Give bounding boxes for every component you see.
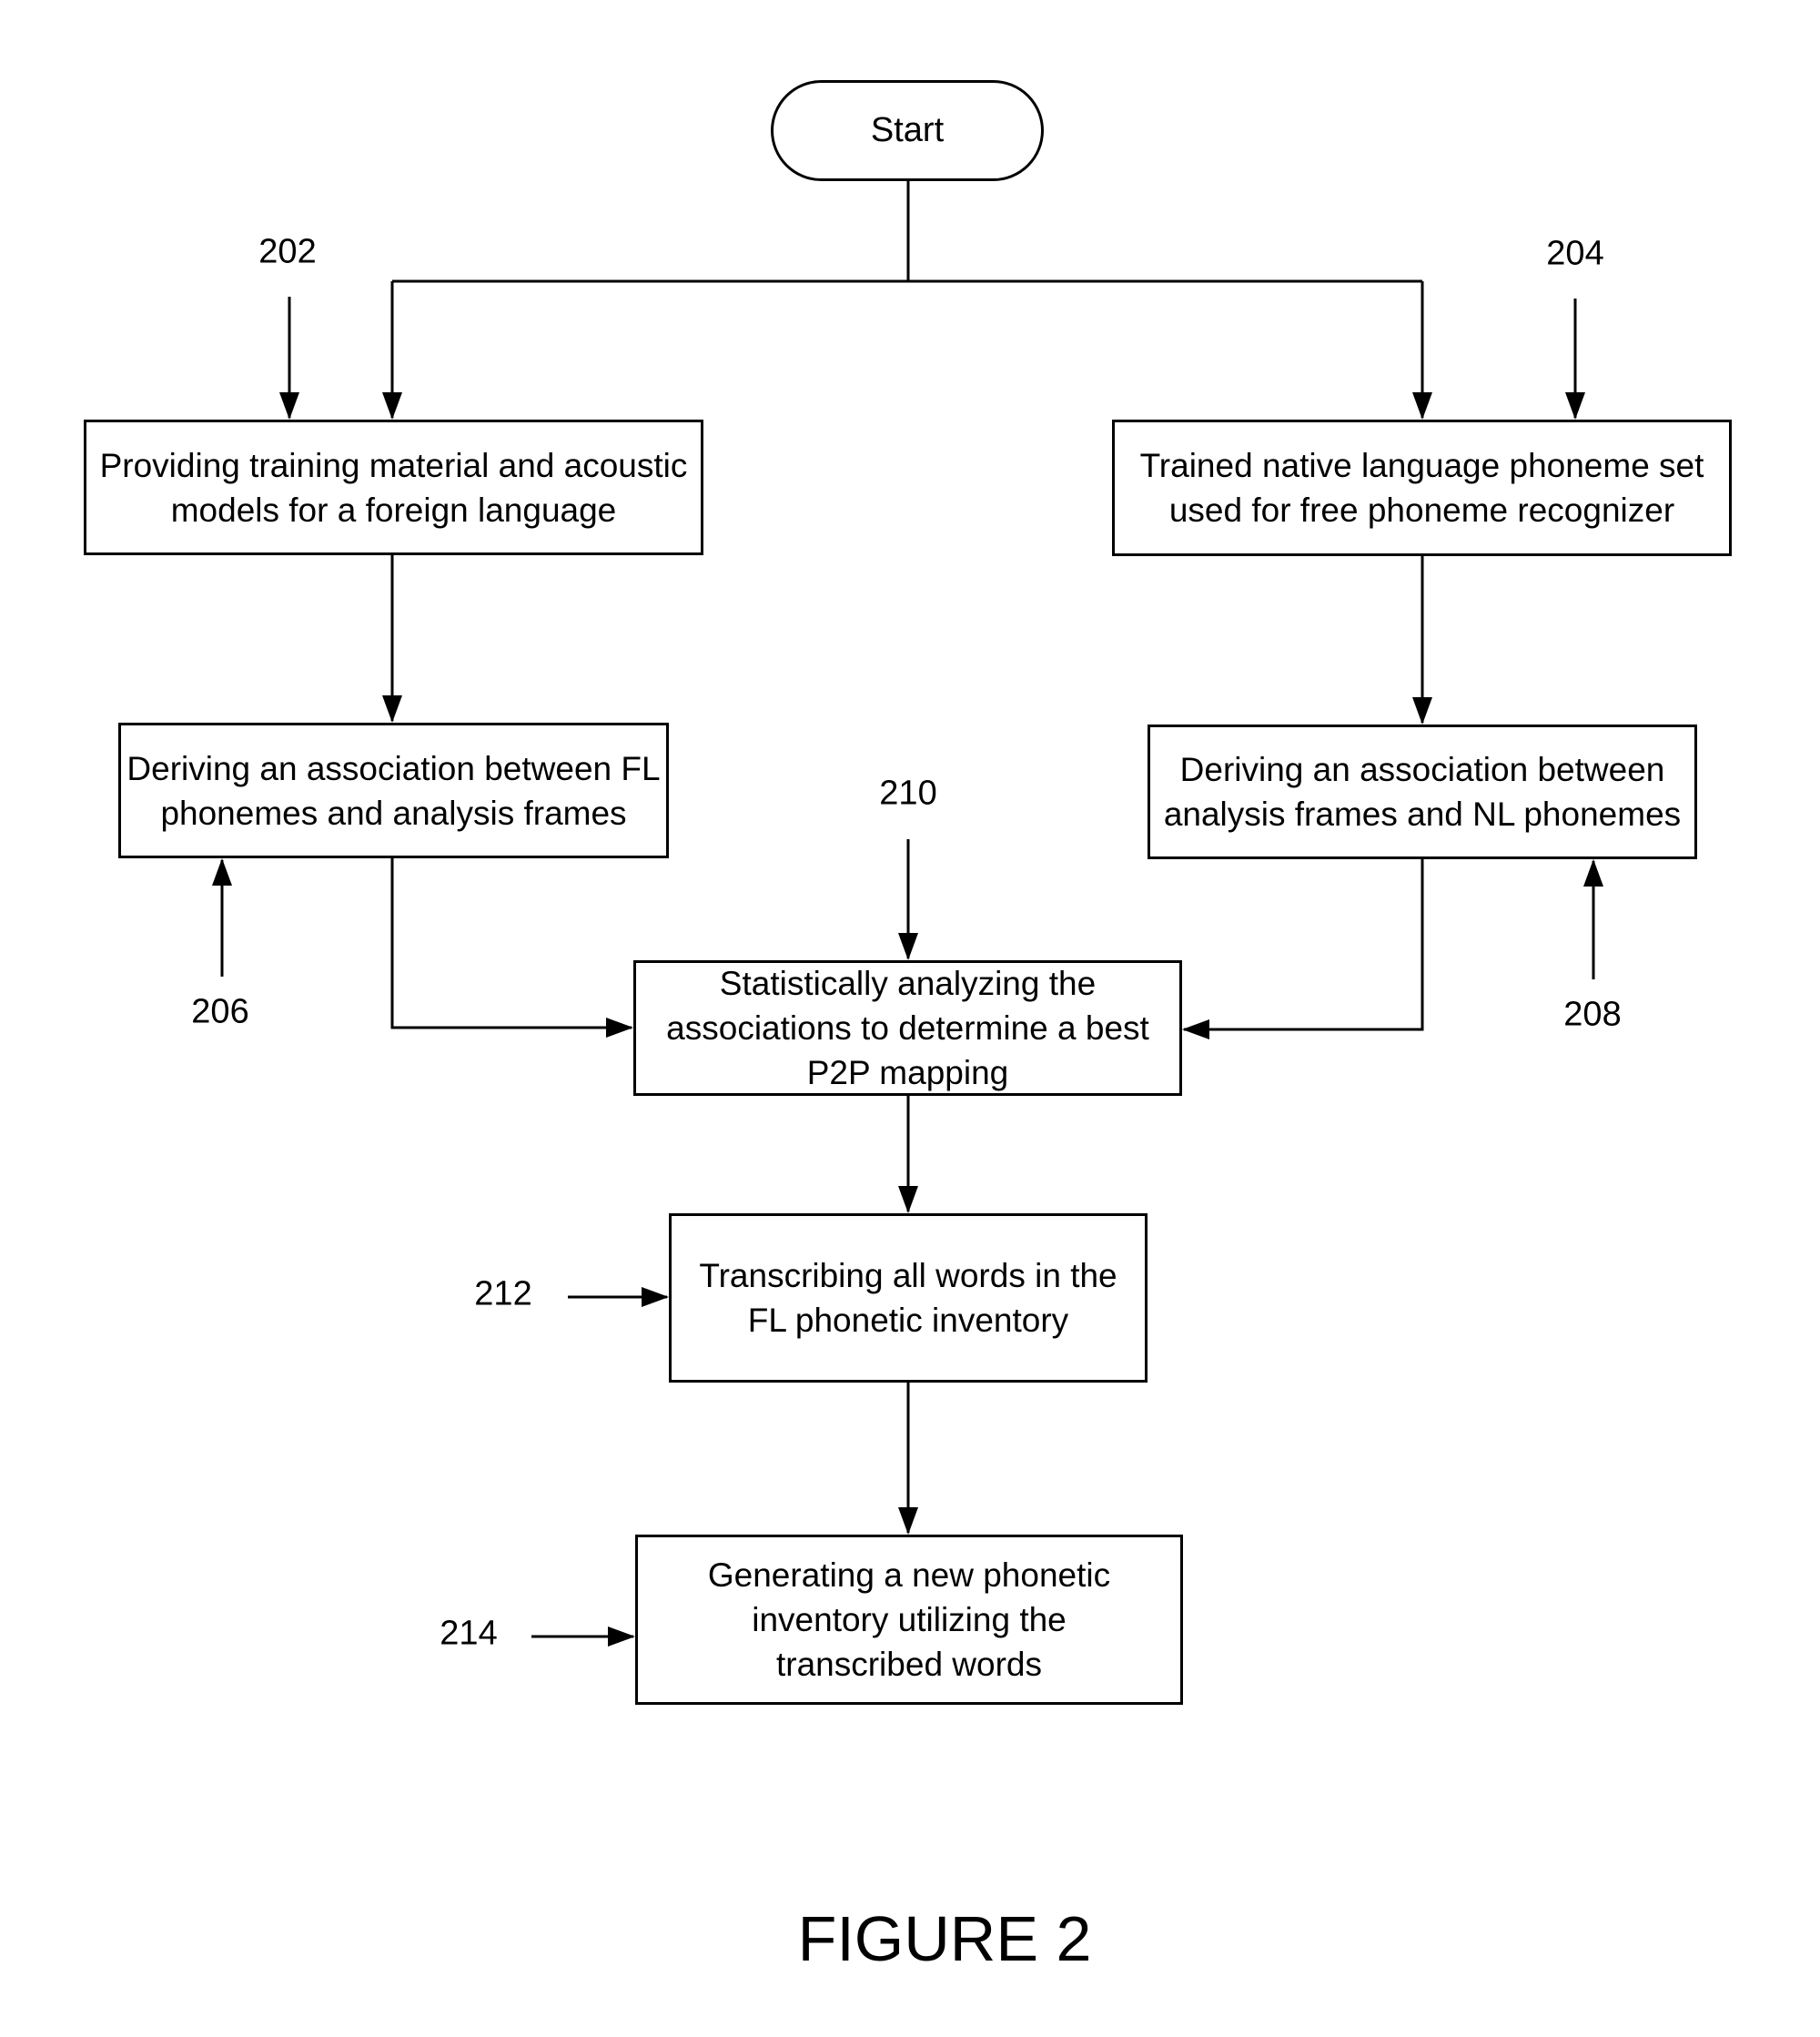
step-210-box: Statistically analyzing the associations… [633, 960, 1182, 1096]
ref-label-208: 208 [1563, 995, 1622, 1034]
ref-label-210: 210 [879, 774, 937, 813]
step-204-box: Trained native language phoneme set used… [1112, 420, 1732, 556]
step-208-text: Deriving an association between analysis… [1163, 751, 1682, 833]
step-214-text: Generating a new phonetic inventory util… [707, 1556, 1111, 1683]
step-206-text: Deriving an association between FL phone… [126, 749, 661, 832]
step-202-box: Providing training material and acoustic… [84, 420, 703, 555]
arrowhead [642, 1287, 669, 1307]
edge-208-to-210 [1184, 859, 1424, 1031]
arrowhead [279, 392, 299, 420]
arrowhead [898, 1186, 918, 1213]
arrowhead [1412, 697, 1432, 725]
step-210-text: Statistically analyzing the associations… [666, 965, 1149, 1091]
step-206-box: Deriving an association between FL phone… [118, 723, 669, 858]
arrowhead [382, 695, 402, 723]
edge-206-to-210 [390, 858, 632, 1029]
arrowhead [382, 392, 402, 420]
step-202-text: Providing training material and acoustic… [99, 446, 688, 529]
ref-label-206: 206 [191, 992, 249, 1031]
arrowhead [898, 1507, 918, 1535]
figure-caption: FIGURE 2 [797, 1903, 1092, 1974]
arrowhead [1565, 392, 1585, 420]
arrowhead [1412, 392, 1432, 420]
step-212-box: Transcribing all words in the FL phoneti… [669, 1213, 1148, 1383]
arrowhead [608, 1627, 635, 1647]
arrowhead [898, 933, 918, 960]
step-214-box: Generating a new phonetic inventory util… [635, 1535, 1183, 1705]
step-208-box: Deriving an association between analysis… [1148, 725, 1697, 859]
step-212-text: Transcribing all words in the FL phoneti… [699, 1257, 1117, 1339]
start-terminal: Start [771, 80, 1044, 181]
arrowhead [212, 858, 232, 886]
ref-label-212: 212 [474, 1274, 532, 1313]
step-204-text: Trained native language phoneme set used… [1139, 447, 1704, 529]
ref-label-204: 204 [1546, 234, 1604, 273]
edge-start-split [392, 181, 1422, 283]
start-label: Start [870, 111, 945, 149]
arrowhead [606, 1018, 633, 1038]
arrowhead [1583, 859, 1603, 887]
ref-label-214: 214 [440, 1614, 498, 1653]
ref-label-202: 202 [258, 232, 317, 271]
arrowhead [1182, 1019, 1209, 1039]
